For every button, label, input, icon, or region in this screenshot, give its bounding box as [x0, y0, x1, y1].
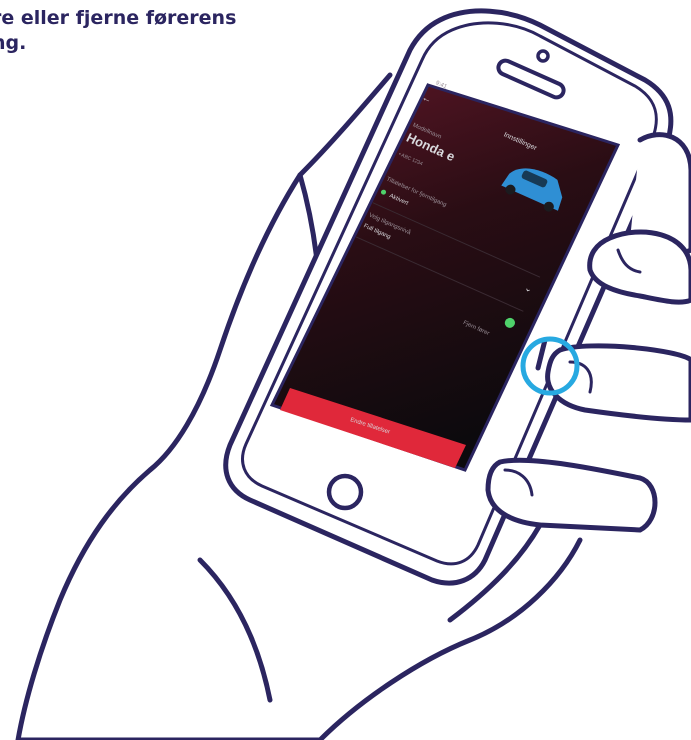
phone-in-hand-illustration: 9:41 ← Innstillinger Modellnavn Honda e …	[0, 0, 691, 740]
home-button[interactable]	[326, 473, 364, 511]
front-camera-icon	[536, 49, 550, 63]
finger-index	[587, 229, 691, 305]
illustration-svg: 9:41 ← Innstillinger Modellnavn Honda e …	[15, 8, 691, 740]
